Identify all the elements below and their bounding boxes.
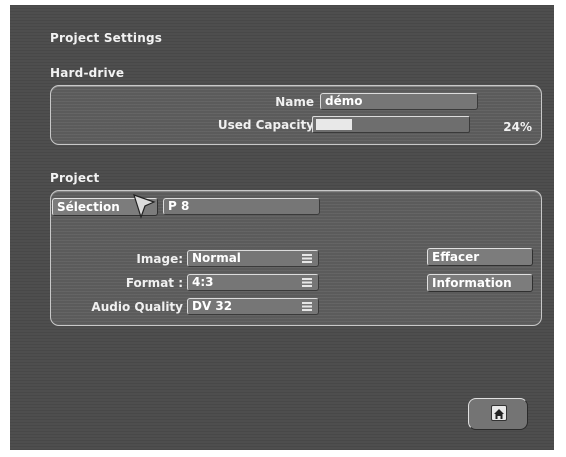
home-icon: [491, 405, 507, 421]
used-capacity-percent: 24%: [503, 120, 532, 134]
audio-quality-select[interactable]: DV 32: [187, 298, 319, 315]
audio-quality-label: Audio Quality: [91, 300, 183, 314]
image-label: Image:: [136, 252, 183, 266]
name-label: Name: [275, 95, 314, 109]
home-button[interactable]: [468, 398, 528, 430]
name-field[interactable]: démo: [320, 93, 478, 110]
menu-icon: [302, 278, 312, 287]
format-select[interactable]: 4:3: [187, 274, 319, 291]
delete-button[interactable]: Effacer: [427, 248, 533, 266]
used-capacity-bar: [312, 116, 470, 133]
used-capacity-fill: [316, 119, 352, 130]
used-capacity-label: Used Capacity: [217, 118, 314, 132]
information-button[interactable]: Information: [427, 274, 533, 292]
format-select-value: 4:3: [192, 275, 214, 289]
arrow-cursor-icon: [132, 193, 158, 225]
audio-quality-select-value: DV 32: [192, 299, 233, 313]
menu-icon: [302, 254, 312, 263]
selection-value-field: P 8: [163, 198, 320, 215]
menu-icon: [302, 302, 312, 311]
image-select-value: Normal: [192, 251, 241, 265]
hard-drive-section-label: Hard-drive: [50, 66, 125, 80]
page-title: Project Settings: [50, 31, 163, 45]
image-select[interactable]: Normal: [187, 250, 319, 267]
project-section-label: Project: [50, 171, 100, 185]
format-label: Format :: [125, 276, 183, 290]
